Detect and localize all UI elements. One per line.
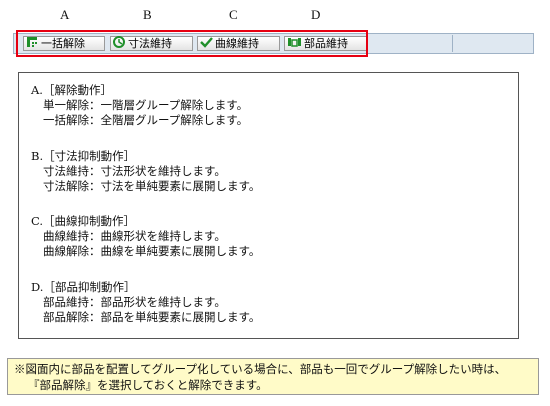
section-line: 単一解除：一階層グループ解除します。 — [43, 98, 249, 112]
column-label-d: D — [311, 7, 321, 22]
section-heading: B.［寸法抑制動作］ — [31, 149, 136, 163]
column-label-b: B — [143, 7, 152, 22]
section-release: A.［解除動作］ 単一解除：一階層グループ解除します。 一括解除：全階層グループ… — [31, 83, 248, 128]
section-curve: C.［曲線抑制動作］ 曲線維持：曲線形状を維持します。 曲線解除：曲線を単純要素… — [31, 214, 260, 259]
part-keep-label: 部品維持 — [304, 37, 348, 50]
section-line: 寸法解除：寸法を単純要素に展開します。 — [43, 179, 261, 193]
section-line: 一括解除：全階層グループ解除します。 — [43, 113, 249, 127]
group-release-toolbar: 一括解除 寸法維持 曲線維持 部品維持 — [13, 33, 534, 54]
section-line: 部品維持：部品形状を維持します。 — [43, 295, 226, 309]
note-line-1: ※図面内に部品を配置してグループ化している場合に、部品も一回でグループ解除したい… — [14, 362, 507, 376]
dimension-keep-icon — [113, 36, 126, 51]
curve-keep-icon — [200, 36, 213, 51]
dimension-keep-button[interactable]: 寸法維持 — [110, 36, 193, 51]
dimension-keep-label: 寸法維持 — [128, 37, 172, 50]
curve-keep-label: 曲線維持 — [215, 37, 259, 50]
part-keep-button[interactable]: 部品維持 — [284, 36, 367, 51]
section-line: 曲線維持：曲線形状を維持します。 — [43, 229, 226, 243]
section-dimension: B.［寸法抑制動作］ 寸法維持：寸法形状を維持します。 寸法解除：寸法を単純要素… — [31, 149, 260, 194]
toolbar-divider — [452, 35, 453, 52]
section-heading: A.［解除動作］ — [31, 83, 112, 97]
curve-keep-button[interactable]: 曲線維持 — [197, 36, 280, 51]
part-keep-icon — [287, 36, 302, 51]
section-line: 部品解除：部品を単純要素に展開します。 — [43, 310, 261, 324]
section-part: D.［部品抑制動作］ 部品維持：部品形状を維持します。 部品解除：部品を単純要素… — [31, 280, 260, 325]
section-line: 寸法維持：寸法形状を維持します。 — [43, 164, 226, 178]
note-box: ※図面内に部品を配置してグループ化している場合に、部品も一回でグループ解除したい… — [7, 358, 539, 395]
ungroup-all-icon — [26, 36, 39, 51]
section-heading: D.［部品抑制動作］ — [31, 280, 136, 294]
release-all-label: 一括解除 — [41, 37, 85, 50]
column-label-a: A — [60, 7, 70, 22]
column-label-c: C — [229, 7, 238, 22]
description-box: A.［解除動作］ 単一解除：一階層グループ解除します。 一括解除：全階層グループ… — [18, 72, 519, 339]
section-line: 曲線解除：曲線を単純要素に展開します。 — [43, 244, 261, 258]
note-line-2: 『部品解除』を選択しておくと解除できます。 — [28, 378, 268, 392]
section-heading: C.［曲線抑制動作］ — [31, 214, 136, 228]
release-all-button[interactable]: 一括解除 — [23, 36, 105, 51]
